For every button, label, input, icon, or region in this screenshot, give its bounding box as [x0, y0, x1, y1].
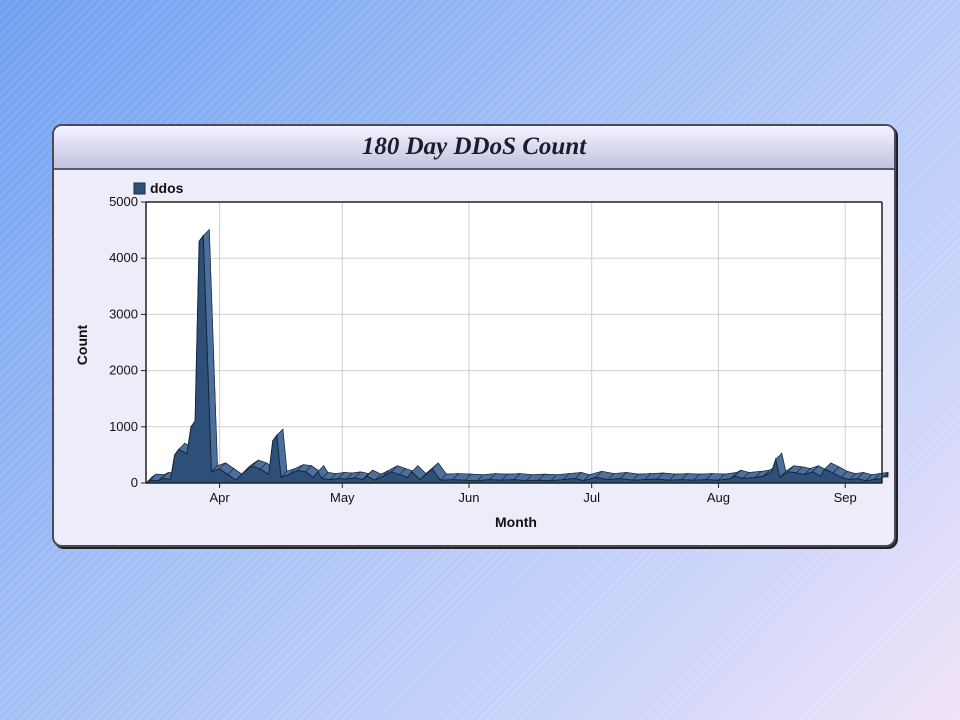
legend-label: ddos: [150, 180, 184, 196]
y-axis-title: Count: [74, 324, 90, 365]
y-tick-label: 2000: [109, 363, 138, 378]
chart-panel: 180 Day DDoS Count 0 1000 2000 3000 4000 5000…: [52, 124, 896, 547]
chart-svg: 010002000300040005000Apr May Jun Jul Aug Sep …: [74, 180, 889, 530]
y-tick-label: 1000: [109, 419, 138, 434]
x-tick-label: Jun: [459, 490, 480, 505]
legend-swatch: [133, 182, 146, 195]
x-tick-label: Sep: [834, 490, 857, 505]
x-tick-label: May: [330, 490, 355, 505]
y-tick-label: 5000: [109, 194, 138, 209]
plot-area: [146, 202, 882, 483]
x-tick-label: Aug: [707, 490, 730, 505]
plot-background: [146, 202, 882, 483]
x-tick-label: Apr: [209, 490, 230, 505]
x-axis-title: Month: [495, 514, 537, 530]
y-tick-label: 3000: [109, 306, 138, 321]
y-tick-label: 0: [131, 475, 138, 490]
y-tick-label: 4000: [109, 250, 138, 265]
x-tick-label: Jul: [583, 490, 600, 505]
legend: ddos: [133, 180, 184, 196]
